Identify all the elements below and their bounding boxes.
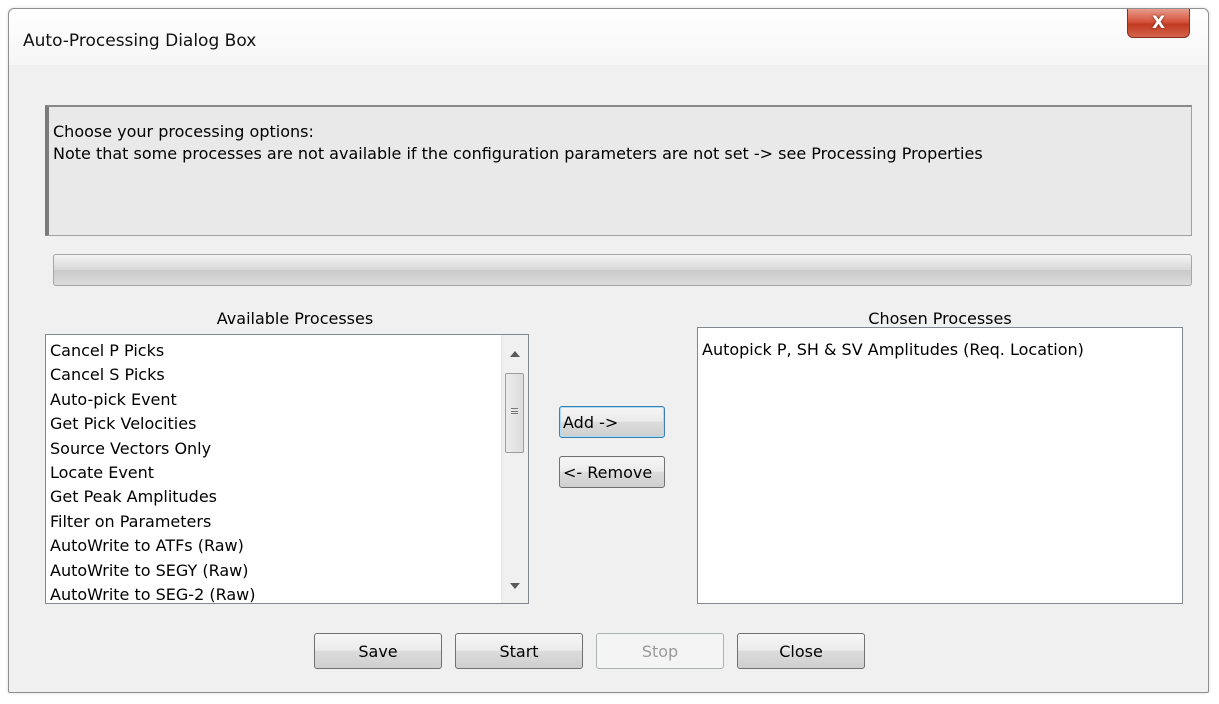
- chevron-down-icon[interactable]: [510, 583, 520, 589]
- auto-processing-dialog: Auto-Processing Dialog Box X Choose your…: [8, 8, 1209, 693]
- chosen-processes-label: Chosen Processes: [868, 309, 1012, 328]
- add-button[interactable]: Add ->: [559, 406, 665, 438]
- list-item[interactable]: Locate Event: [46, 461, 528, 485]
- window-close-button[interactable]: X: [1127, 9, 1190, 38]
- instructions-line-1: Choose your processing options:: [53, 122, 314, 141]
- window-title: Auto-Processing Dialog Box: [23, 31, 257, 51]
- start-button[interactable]: Start: [455, 633, 583, 669]
- save-button[interactable]: Save: [314, 633, 442, 669]
- list-item[interactable]: Cancel S Picks: [46, 363, 528, 387]
- list-item[interactable]: Filter on Parameters: [46, 510, 528, 534]
- close-button[interactable]: Close: [737, 633, 865, 669]
- title-bar: Auto-Processing Dialog Box X: [9, 9, 1208, 65]
- scrollbar-thumb[interactable]: [505, 373, 524, 453]
- available-processes-label: Available Processes: [216, 309, 374, 328]
- progress-bar: [53, 254, 1192, 286]
- chosen-processes-list[interactable]: Autopick P, SH & SV Amplitudes (Req. Loc…: [697, 327, 1183, 604]
- available-list-scrollbar[interactable]: [501, 335, 528, 603]
- list-item[interactable]: Cancel P Picks: [46, 339, 528, 363]
- instructions-line-2: Note that some processes are not availab…: [53, 144, 983, 163]
- stop-button[interactable]: Stop: [596, 633, 724, 669]
- list-item[interactable]: Get Peak Amplitudes: [46, 485, 528, 509]
- chevron-up-icon[interactable]: [510, 351, 520, 357]
- list-item[interactable]: AutoWrite to SEGY (Raw): [46, 559, 528, 583]
- list-item[interactable]: Autopick P, SH & SV Amplitudes (Req. Loc…: [702, 338, 1182, 362]
- list-item[interactable]: Get Pick Velocities: [46, 412, 528, 436]
- available-processes-list[interactable]: Cancel P Picks Cancel S Picks Auto-pick Ev…: [45, 334, 529, 604]
- list-item[interactable]: Auto-pick Event: [46, 388, 528, 412]
- instructions-box: Choose your processing options: Note tha…: [45, 105, 1192, 236]
- grip-icon: [511, 408, 518, 414]
- close-icon: X: [1151, 13, 1166, 33]
- list-item[interactable]: AutoWrite to SEG-2 (Raw): [46, 583, 528, 603]
- list-item[interactable]: AutoWrite to ATFs (Raw): [46, 534, 528, 558]
- list-item[interactable]: Source Vectors Only: [46, 437, 528, 461]
- remove-button[interactable]: <- Remove: [559, 456, 665, 488]
